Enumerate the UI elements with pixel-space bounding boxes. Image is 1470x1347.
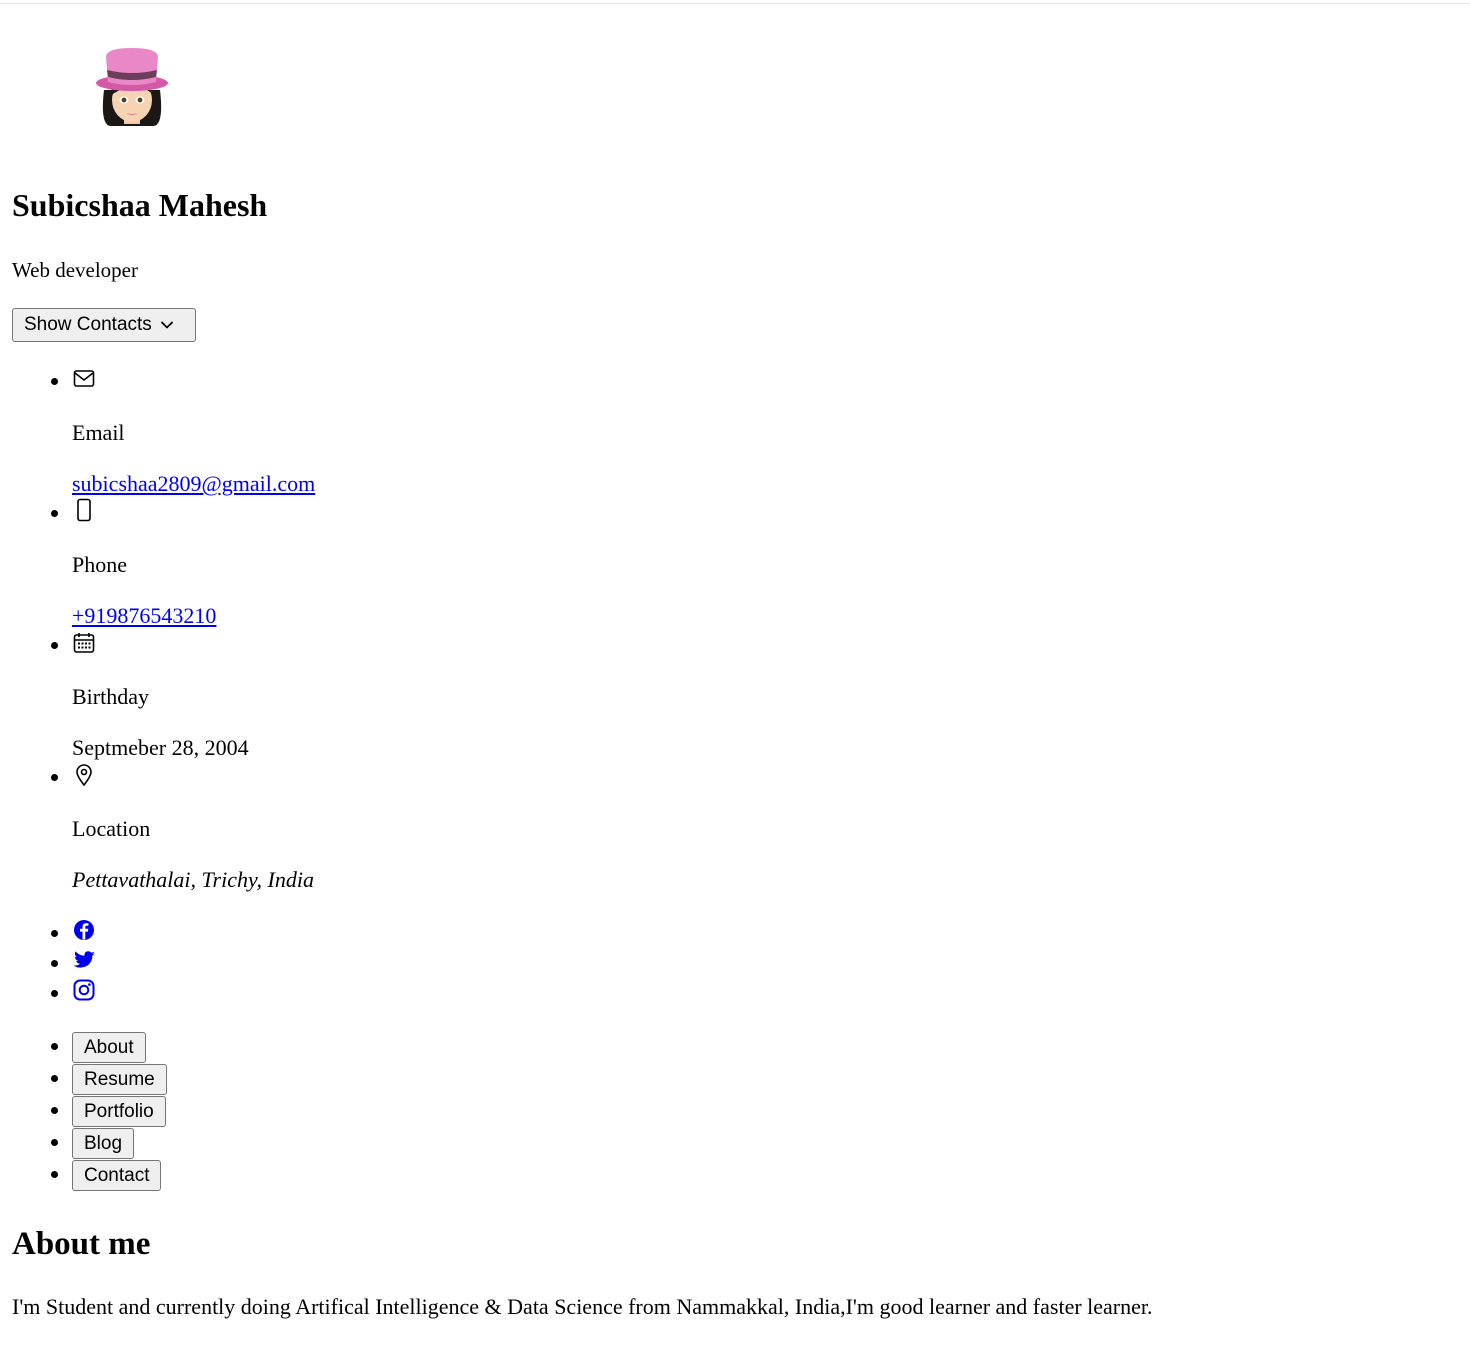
nav-blog-button[interactable]: Blog [72, 1128, 135, 1159]
nav-portfolio-button[interactable]: Portfolio [72, 1096, 166, 1127]
location-label: Location [72, 816, 151, 841]
email-label: Email [72, 420, 125, 445]
about-heading: About me [12, 1226, 151, 1262]
nav-about-button[interactable]: About [72, 1032, 146, 1063]
list-bullet [51, 1075, 58, 1082]
mail-icon [72, 367, 96, 391]
calendar-icon [72, 631, 96, 655]
list-bullet [51, 642, 58, 649]
avatar [92, 46, 172, 128]
nav-resume-button[interactable]: Resume [72, 1064, 167, 1095]
birthday-value: Septmeber 28, 2004 [72, 735, 249, 760]
list-bullet [51, 1171, 58, 1178]
instagram-icon[interactable] [72, 978, 96, 1002]
show-contacts-button[interactable]: Show Contacts [12, 308, 196, 342]
phone-link[interactable]: +919876543210 [72, 603, 216, 629]
chevron-down-icon [160, 321, 173, 329]
phone-label: Phone [72, 552, 127, 577]
birthday-label: Birthday [72, 684, 149, 709]
list-bullet [51, 930, 58, 937]
list-bullet [51, 510, 58, 517]
email-link[interactable]: subicshaa2809@gmail.com [72, 471, 315, 497]
location-pin-icon [72, 763, 96, 787]
list-bullet [51, 960, 58, 967]
list-bullet [51, 774, 58, 781]
list-bullet [51, 990, 58, 997]
about-text: I'm Student and currently doing Artifica… [12, 1294, 1153, 1319]
location-value: Pettavathalai, Trichy, India [72, 867, 314, 892]
list-bullet [51, 378, 58, 385]
nav-contact-button[interactable]: Contact [72, 1160, 162, 1191]
list-bullet [51, 1139, 58, 1146]
facebook-icon[interactable] [72, 918, 96, 942]
list-bullet [51, 1043, 58, 1050]
show-contacts-label: Show Contacts [24, 314, 152, 335]
top-divider [0, 3, 1470, 4]
smartphone-icon [72, 498, 96, 522]
list-bullet [51, 1107, 58, 1114]
profile-name: Subicshaa Mahesh [12, 187, 268, 223]
twitter-icon[interactable] [72, 948, 96, 972]
profile-title: Web developer [12, 258, 138, 282]
